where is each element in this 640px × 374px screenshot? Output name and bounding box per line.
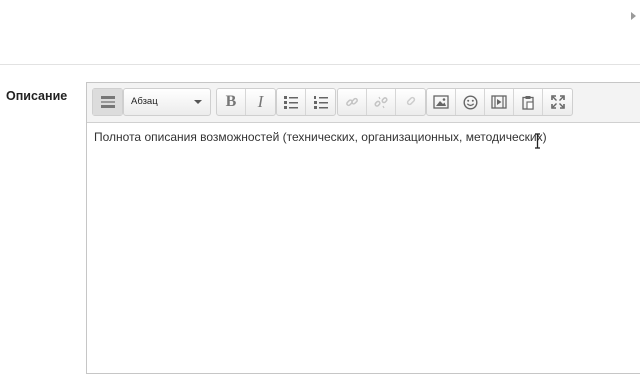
rich-text-editor: Абзац B I Полнота описания возможностей … [86,82,640,374]
ordered-list-button[interactable] [306,89,335,115]
paragraph-format-value: Абзац [131,96,158,107]
expand-arrow-icon[interactable] [631,12,636,20]
toolbar-group-lists [276,88,336,116]
anchor-icon [404,95,418,109]
toolbar-toggle-icon [100,95,116,109]
link-button[interactable] [338,89,367,115]
ordered-list-icon [313,95,329,109]
toolbar-group-text-style: B I [216,88,276,116]
paragraph-format-select[interactable]: Абзац [123,88,211,116]
editor-content-text[interactable]: Полнота описания возможностей (техническ… [94,130,547,144]
fullscreen-button[interactable] [543,89,572,115]
unordered-list-button[interactable] [277,89,306,115]
anchor-button[interactable] [396,89,425,115]
unordered-list-icon [283,95,299,109]
italic-icon: I [257,92,264,111]
link-icon [345,95,359,109]
paste-button[interactable] [514,89,543,115]
media-button[interactable] [485,89,514,115]
paste-icon [521,95,535,110]
editor-toolbar: Абзац B I [87,83,640,123]
toolbar-toggle-button[interactable] [93,89,122,115]
media-icon [491,95,507,109]
italic-button[interactable]: I [246,89,275,115]
chevron-down-icon [194,100,202,104]
emoticon-button[interactable] [456,89,485,115]
section-divider [0,64,640,65]
toolbar-group-media [426,88,573,116]
toolbar-group-toggle [92,88,123,116]
image-icon [433,95,449,109]
bold-button[interactable]: B [217,89,246,115]
unlink-button[interactable] [367,89,396,115]
image-button[interactable] [427,89,456,115]
bold-icon: B [225,93,237,110]
toolbar-group-links [337,88,426,116]
emoticon-icon [462,94,478,110]
field-label: Описание [6,89,68,103]
editor-content-area[interactable]: Полнота описания возможностей (техническ… [87,123,640,373]
unlink-icon [374,95,388,109]
text-cursor-icon [534,133,541,149]
fullscreen-icon [550,95,565,109]
